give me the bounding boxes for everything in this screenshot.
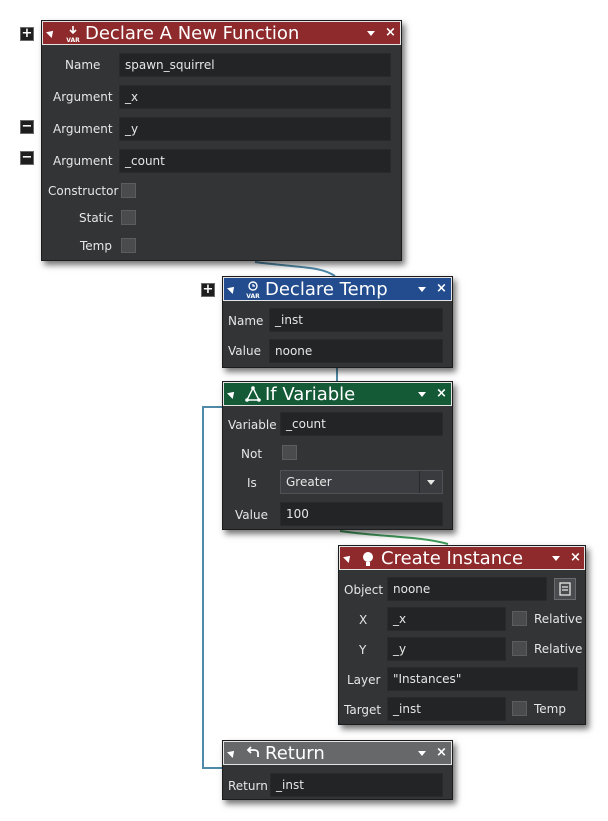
list-icon	[559, 582, 571, 596]
variable-label: Variable	[228, 418, 277, 432]
y-relative-label: Relative	[534, 642, 583, 656]
collapse-triangle-icon[interactable]	[343, 553, 353, 563]
return-icon	[246, 746, 259, 757]
temp-checkbox[interactable]	[121, 238, 136, 253]
target-label: Target	[344, 703, 382, 717]
dropdown-icon[interactable]	[552, 556, 560, 561]
is-label: Is	[247, 476, 257, 490]
close-icon[interactable]: ×	[570, 549, 581, 567]
return-block[interactable]: Return × Return _inst	[222, 740, 453, 800]
wire-if-branch-to-return	[202, 406, 222, 769]
object-field[interactable]: noone	[387, 577, 547, 601]
timer-var-icon: VAR	[246, 281, 260, 300]
block-title: Declare Temp	[265, 279, 388, 300]
collapse-triangle-icon[interactable]	[46, 28, 56, 38]
return-header[interactable]: Return ×	[223, 741, 452, 765]
static-label: Static	[79, 211, 114, 225]
comparison-select-value: Greater	[286, 475, 332, 489]
constructor-label: Constructor	[48, 184, 119, 198]
return-value-field[interactable]: _inst	[270, 773, 443, 797]
function-name-field[interactable]: spawn_squirrel	[119, 53, 391, 77]
y-field[interactable]: _y	[387, 637, 506, 661]
dropdown-icon[interactable]	[418, 287, 426, 292]
declare-temp-block[interactable]: VAR Declare Temp × Name _inst Value noon…	[222, 276, 453, 368]
add-temp-button[interactable]: +	[201, 283, 215, 297]
svg-text:VAR: VAR	[246, 293, 260, 300]
argument-field-count[interactable]: _count	[119, 149, 391, 173]
name-label: Name	[228, 314, 264, 328]
var-declare-icon: VAR	[66, 26, 80, 44]
collapse-triangle-icon[interactable]	[227, 748, 237, 758]
close-icon[interactable]: ×	[436, 385, 447, 403]
if-value-field[interactable]: 100	[280, 502, 443, 526]
close-icon[interactable]: ×	[436, 280, 447, 298]
y-label: Y	[359, 643, 367, 657]
remove-argument-y-button[interactable]: −	[20, 120, 34, 134]
chevron-down-icon[interactable]	[419, 471, 442, 493]
argument-label: Argument	[53, 122, 113, 136]
layer-field[interactable]: "Instances"	[387, 667, 578, 691]
close-icon[interactable]: ×	[436, 744, 447, 762]
comparison-select[interactable]: Greater	[280, 470, 443, 494]
layer-label: Layer	[347, 673, 381, 687]
temp-label: Temp	[80, 239, 112, 253]
if-variable-block[interactable]: If Variable × Variable _count Not Is Gre…	[222, 381, 453, 530]
dropdown-icon[interactable]	[367, 31, 375, 36]
value-label: Value	[228, 344, 261, 358]
block-title: Declare A New Function	[85, 23, 300, 44]
if-variable-header[interactable]: If Variable ×	[223, 382, 452, 406]
declare-temp-header[interactable]: VAR Declare Temp ×	[223, 277, 452, 301]
collapse-triangle-icon[interactable]	[227, 389, 237, 399]
close-icon[interactable]: ×	[385, 24, 396, 42]
temp-value-field[interactable]: noone	[269, 339, 443, 363]
target-field[interactable]: _inst	[387, 697, 506, 721]
create-instance-header[interactable]: Create Instance ×	[339, 546, 585, 570]
return-label: Return	[228, 779, 268, 793]
target-temp-label: Temp	[534, 702, 566, 716]
create-instance-block[interactable]: Create Instance × Object noone X _x Rela…	[338, 545, 586, 725]
value-label: Value	[235, 508, 268, 522]
target-temp-checkbox[interactable]	[512, 701, 527, 716]
object-picker-button[interactable]	[554, 578, 576, 600]
not-label: Not	[241, 447, 263, 461]
declare-function-block[interactable]: VAR Declare A New Function × Name spawn_…	[41, 20, 402, 261]
remove-argument-count-button[interactable]: −	[20, 151, 34, 165]
collapse-triangle-icon[interactable]	[227, 284, 237, 294]
argument-field-y[interactable]: _y	[119, 117, 391, 141]
temp-name-field[interactable]: _inst	[269, 308, 443, 332]
branch-icon	[245, 386, 261, 402]
dropdown-icon[interactable]	[418, 392, 426, 397]
wire-function-to-temp	[254, 261, 336, 277]
x-relative-label: Relative	[534, 612, 583, 626]
argument-label: Argument	[53, 90, 113, 104]
block-title: Create Instance	[381, 548, 524, 569]
wire-if-to-create	[339, 530, 449, 545]
lightbulb-icon	[363, 552, 373, 566]
add-argument-button[interactable]: +	[20, 27, 34, 41]
argument-label: Argument	[53, 154, 113, 168]
y-relative-checkbox[interactable]	[512, 641, 527, 656]
constructor-checkbox[interactable]	[121, 183, 136, 198]
if-variable-field[interactable]: _count	[280, 412, 443, 436]
dropdown-icon[interactable]	[418, 751, 426, 756]
name-label: Name	[65, 58, 101, 72]
not-checkbox[interactable]	[282, 445, 297, 460]
x-relative-checkbox[interactable]	[512, 611, 527, 626]
x-field[interactable]: _x	[387, 607, 506, 631]
static-checkbox[interactable]	[121, 210, 136, 225]
block-title: If Variable	[265, 384, 356, 405]
block-title: Return	[265, 743, 325, 764]
object-label: Object	[344, 583, 384, 597]
x-label: X	[359, 613, 368, 627]
argument-field-x[interactable]: _x	[119, 85, 391, 109]
declare-function-header[interactable]: VAR Declare A New Function ×	[42, 21, 401, 45]
svg-text:VAR: VAR	[66, 37, 80, 44]
